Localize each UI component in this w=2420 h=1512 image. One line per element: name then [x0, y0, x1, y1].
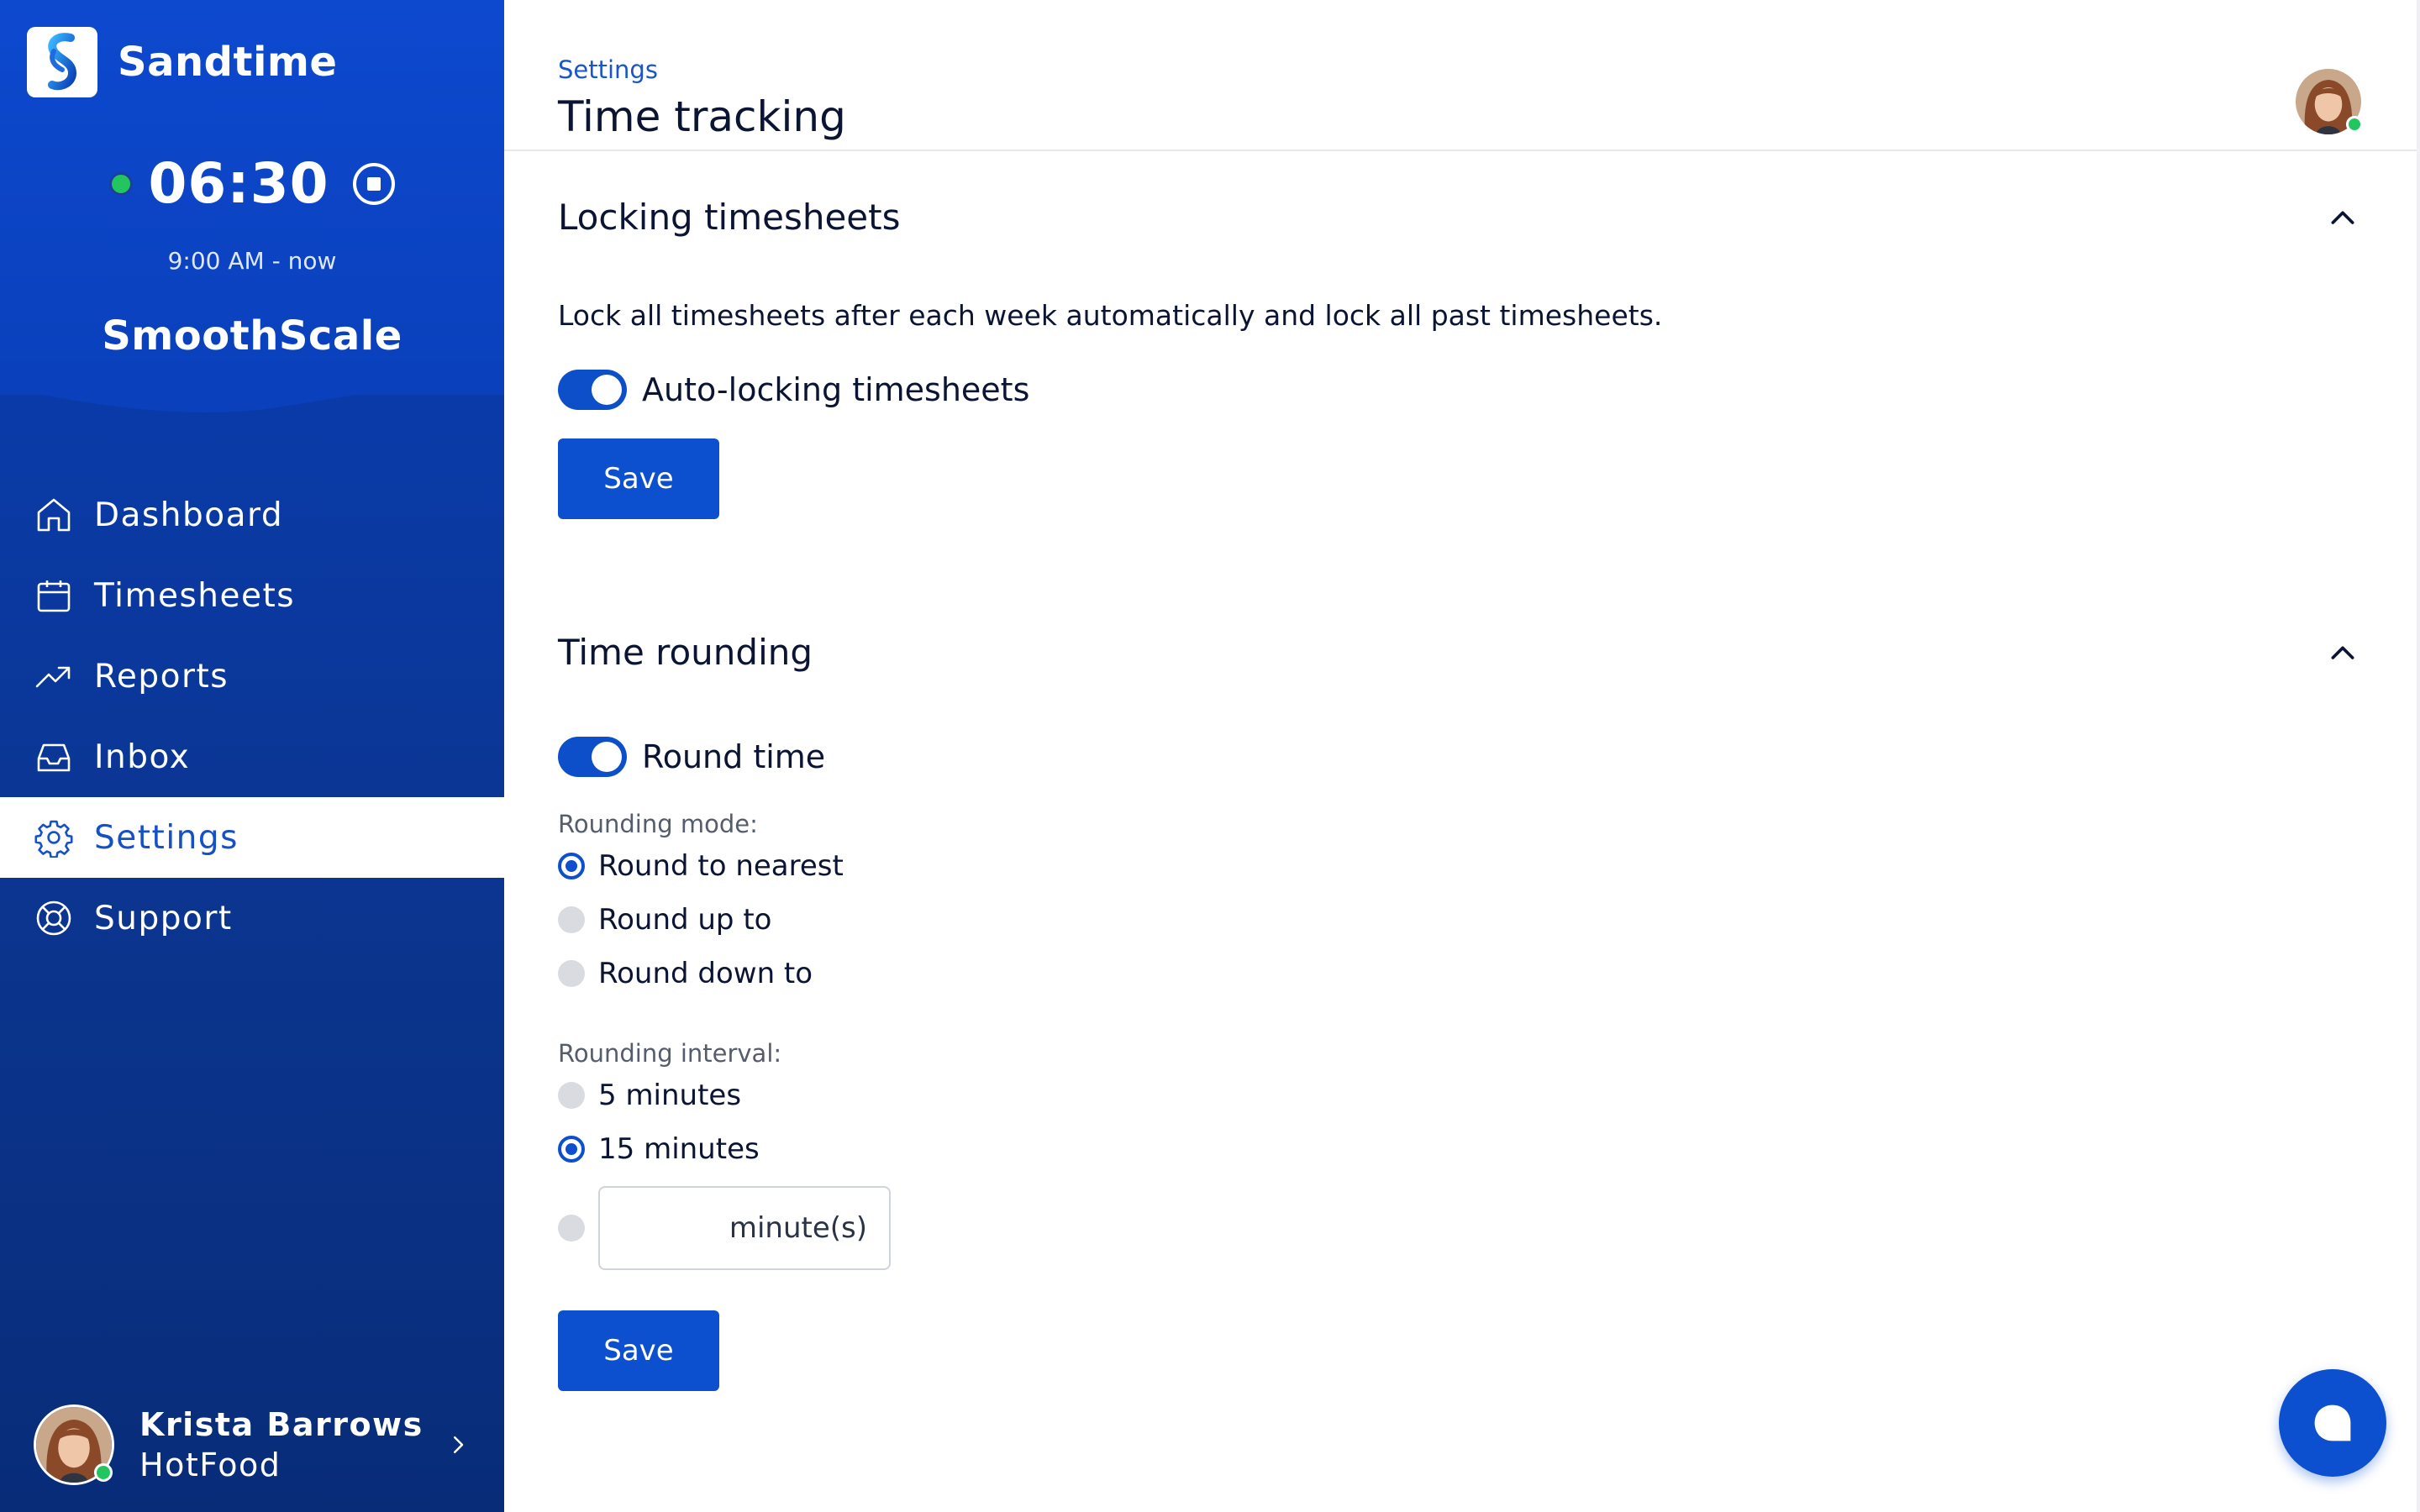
- rounding-section-title[interactable]: Time rounding: [558, 632, 813, 673]
- locking-section-title[interactable]: Locking timesheets: [558, 197, 901, 238]
- toggle-knob: [592, 375, 622, 405]
- radio-button[interactable]: [558, 1215, 585, 1242]
- radio-15-minutes[interactable]: 15 minutes: [558, 1132, 760, 1166]
- user-profile[interactable]: Krista Barrows HotFood: [34, 1403, 471, 1487]
- save-locking-button[interactable]: Save: [558, 438, 719, 519]
- user-info: Krista Barrows HotFood: [139, 1406, 445, 1483]
- radio-label: Round up to: [598, 903, 772, 937]
- sidebar-item-inbox[interactable]: Inbox: [0, 717, 504, 797]
- inbox-icon: [37, 743, 71, 772]
- brand[interactable]: Sandtime: [27, 27, 337, 97]
- sidebar-item-label: Inbox: [94, 738, 191, 776]
- header-avatar[interactable]: [2296, 69, 2363, 134]
- online-status-dot: [94, 1463, 113, 1482]
- radio-button[interactable]: [558, 1136, 585, 1163]
- stop-icon: [366, 176, 381, 191]
- chevron-right-icon: [454, 1436, 464, 1453]
- radio-button[interactable]: [558, 906, 585, 933]
- workspace-name[interactable]: SmoothScale: [0, 312, 504, 360]
- radio-button[interactable]: [558, 960, 585, 987]
- page-header: Settings Time tracking: [504, 0, 2420, 151]
- locking-description: Lock all timesheets after each week auto…: [558, 299, 1663, 332]
- radio-button[interactable]: [558, 1082, 585, 1109]
- sidebar-item-support[interactable]: Support: [0, 878, 504, 958]
- lifebuoy-icon: [36, 900, 71, 936]
- radio-label: 5 minutes: [598, 1079, 742, 1112]
- radio-label: Round to nearest: [598, 849, 844, 883]
- save-rounding-button[interactable]: Save: [558, 1310, 719, 1391]
- round-time-toggle-row[interactable]: Round time: [558, 737, 825, 777]
- main-content: Settings Time tracking Locking timesheet…: [504, 0, 2420, 1512]
- custom-minutes-input[interactable]: [598, 1186, 891, 1270]
- user-name: Krista Barrows: [139, 1406, 424, 1443]
- auto-locking-toggle[interactable]: [558, 370, 627, 410]
- sidebar-wave: [0, 361, 504, 412]
- timer-range: 9:00 AM - now: [167, 247, 337, 275]
- gear-icon: [34, 820, 73, 858]
- online-status-dot: [2346, 116, 2363, 133]
- sidebar-item-dashboard[interactable]: Dashboard: [0, 475, 504, 555]
- timer: 06:30: [0, 151, 504, 216]
- radio-label: 15 minutes: [598, 1132, 760, 1166]
- stop-timer-button[interactable]: [352, 162, 395, 205]
- sidebar-item-reports[interactable]: Reports: [0, 636, 504, 717]
- toggle-knob: [592, 742, 622, 772]
- auto-locking-toggle-row[interactable]: Auto-locking timesheets: [558, 370, 1029, 410]
- chat-bubble-icon: [2314, 1404, 2351, 1441]
- sidebar-item-timesheets[interactable]: Timesheets: [0, 555, 504, 636]
- radio-button[interactable]: [558, 853, 585, 879]
- user-organization: HotFood: [139, 1446, 281, 1483]
- timer-value: 06:30: [148, 151, 329, 216]
- timer-status-dot: [109, 171, 134, 196]
- sidebar-item-settings[interactable]: Settings: [0, 797, 504, 878]
- sidebar: Sandtime 06:30 9:00 AM - now SmoothScale…: [0, 0, 504, 1512]
- round-time-toggle[interactable]: [558, 737, 627, 777]
- sidebar-item-label: Dashboard: [94, 496, 284, 534]
- sidebar-item-label: Reports: [94, 657, 229, 696]
- auto-locking-toggle-label: Auto-locking timesheets: [642, 371, 1030, 408]
- chat-button[interactable]: [2279, 1369, 2386, 1477]
- trending-up-icon: [35, 666, 71, 688]
- home-icon: [37, 498, 71, 532]
- app-name: Sandtime: [118, 39, 338, 86]
- avatar: [34, 1404, 114, 1485]
- chevron-up-icon[interactable]: [2326, 637, 2360, 670]
- sidebar-nav: Dashboard Timesheets Reports Inbox Setti…: [0, 475, 504, 958]
- sandtime-logo-icon: [27, 27, 97, 97]
- radio-custom-interval[interactable]: [558, 1186, 891, 1270]
- sidebar-item-label: Settings: [94, 818, 239, 857]
- radio-round-down-to[interactable]: Round down to: [558, 957, 813, 990]
- round-time-toggle-label: Round time: [642, 738, 826, 775]
- page-title: Time tracking: [558, 92, 846, 141]
- breadcrumb[interactable]: Settings: [558, 55, 658, 84]
- radio-round-to-nearest[interactable]: Round to nearest: [558, 849, 844, 883]
- radio-label: Round down to: [598, 957, 813, 990]
- scrollbar[interactable]: [2417, 0, 2420, 1512]
- radio-round-up-to[interactable]: Round up to: [558, 903, 771, 937]
- sidebar-item-label: Support: [94, 899, 233, 937]
- radio-5-minutes[interactable]: 5 minutes: [558, 1079, 741, 1112]
- rounding-interval-label: Rounding interval:: [558, 1039, 782, 1068]
- sidebar-item-label: Timesheets: [94, 576, 296, 615]
- chevron-up-icon[interactable]: [2326, 202, 2360, 235]
- rounding-mode-label: Rounding mode:: [558, 810, 758, 838]
- calendar-icon: [37, 580, 71, 612]
